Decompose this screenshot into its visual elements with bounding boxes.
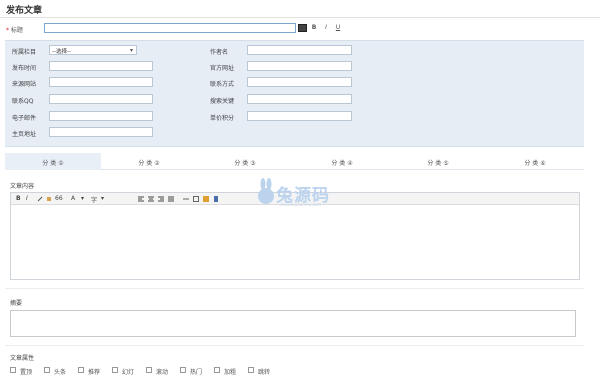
attr-label: 加粗 [224,369,237,376]
price-input[interactable] [247,111,352,121]
divider [5,345,584,346]
rabbit-logo-icon [258,178,274,204]
underline-button[interactable]: U [334,24,342,31]
content-label: 文章内容 [10,183,35,190]
price-label: 单价积分 [210,115,235,122]
font-size-button[interactable]: 字 [91,195,97,204]
attr-label: 滚动 [156,369,169,376]
author-label: 作者名 [210,49,229,56]
contact-label: 联系方式 [210,81,235,88]
attr-label: 置顶 [20,369,33,376]
chevron-down-icon[interactable]: ▾ [81,195,84,202]
unlink-icon[interactable] [183,196,189,202]
tab-category-1[interactable]: 分 类 ① [5,153,101,170]
checkbox[interactable] [44,367,50,373]
qq-input[interactable] [49,94,153,104]
attribute-checkboxes: 置顶 头条 推荐 幻灯 滚动 热门 加粗 跳转 [10,366,570,376]
font-color-button[interactable]: A [71,195,75,202]
column-label: 所属栏目 [12,49,37,56]
align-justify-icon[interactable] [168,196,174,202]
chevron-down-icon[interactable]: ▾ [101,195,104,202]
home-address-label: 主页地址 [12,131,37,138]
author-input[interactable] [247,45,352,55]
checkbox[interactable] [180,367,186,373]
attr-label: 幻灯 [122,369,135,376]
watermark-url: www.tuyuanma.com [280,202,321,207]
official-site-label: 官方网址 [210,65,235,72]
official-site-input[interactable] [247,61,352,71]
link-icon[interactable] [37,196,43,202]
source-input[interactable] [49,77,153,87]
attr-label: 跳转 [258,369,271,376]
attr-label: 头条 [54,369,67,376]
source-label: 来源网站 [12,81,37,88]
summary-label: 摘要 [10,300,23,307]
color-picker-icon[interactable] [298,24,307,32]
publish-time-label: 发布时间 [12,65,37,72]
bold-button[interactable]: B [310,24,318,31]
align-center-icon[interactable] [148,196,154,202]
attr-label: 推荐 [88,369,101,376]
home-address-input[interactable] [49,127,153,137]
title-label: * 标题 [6,25,23,34]
attr-label: 热门 [190,369,203,376]
attributes-label: 文章属性 [10,355,35,362]
quote-button[interactable]: 66 [55,195,63,202]
tab-category-4[interactable]: 分 类 ④ [294,153,390,170]
tab-category-6[interactable]: 分 类 ⑥ [487,153,583,170]
checkbox[interactable] [10,367,16,373]
chevron-down-icon: ▾ [129,47,133,54]
image-icon[interactable] [203,196,209,202]
title-input[interactable] [44,23,296,33]
checkbox[interactable] [248,367,254,373]
contact-input[interactable] [247,77,352,87]
document-icon[interactable] [213,196,219,202]
column-select-value: --选择-- [52,49,71,55]
align-left-icon[interactable] [138,196,144,202]
summary-textarea[interactable] [10,310,576,337]
info-panel: 所属栏目 --选择-- ▾ 发布时间 来源网站 联系QQ 电子邮件 主页地址 作… [5,40,584,147]
editor-italic-button[interactable]: I [26,195,28,202]
divider [5,288,584,289]
editor-bold-button[interactable]: B [16,195,21,202]
column-select[interactable]: --选择-- ▾ [49,45,137,55]
site-watermark: 兔源码 www.tuyuanma.com [256,176,356,212]
required-mark: * [6,27,9,34]
email-label: 电子邮件 [12,115,37,122]
title-row: * 标题 B I U [6,23,346,34]
title-label-text: 标题 [10,27,23,34]
category-tabs: 分 类 ① 分 类 ② 分 类 ③ 分 类 ④ 分 类 ⑤ 分 类 ⑥ [5,153,584,170]
keywords-label: 搜索关键 [210,98,235,105]
page-title: 发布文章 [6,6,43,16]
keywords-input[interactable] [247,94,352,104]
checkbox[interactable] [214,367,220,373]
checkbox[interactable] [112,367,118,373]
checkbox[interactable] [78,367,84,373]
email-input[interactable] [49,111,153,121]
tab-category-3[interactable]: 分 类 ③ [197,153,293,170]
align-right-icon[interactable] [158,196,164,202]
tab-category-5[interactable]: 分 类 ⑤ [390,153,486,170]
publish-time-input[interactable] [49,61,153,71]
checkbox[interactable] [146,367,152,373]
italic-button[interactable]: I [322,24,330,31]
table-icon[interactable] [193,196,199,202]
tab-category-2[interactable]: 分 类 ② [101,153,197,170]
qq-label: 联系QQ [12,98,34,105]
header-divider [0,17,600,18]
brush-icon[interactable] [46,196,52,202]
